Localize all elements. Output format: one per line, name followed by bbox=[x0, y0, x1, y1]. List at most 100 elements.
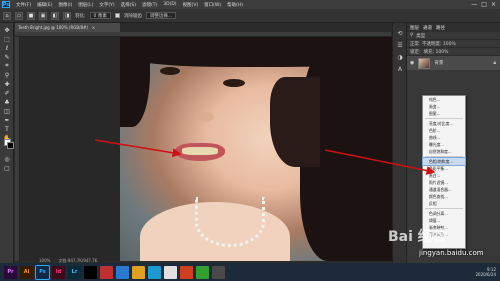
layer-filter-select[interactable]: 类型 bbox=[416, 33, 425, 39]
taskbar-app-icon[interactable]: Ps bbox=[35, 264, 50, 280]
new-selection-icon[interactable]: ■ bbox=[27, 11, 35, 20]
adjustment-menu-item[interactable]: 反相 bbox=[423, 200, 465, 207]
pearl-necklace bbox=[195, 197, 265, 247]
baidu-watermark-url: jingyan.baidu.com bbox=[419, 249, 484, 257]
subtract-selection-icon[interactable]: ◧ bbox=[51, 11, 59, 20]
adjustment-menu-item[interactable]: 黑白... bbox=[423, 172, 465, 179]
pen-tool-icon[interactable]: ✒ bbox=[2, 116, 12, 124]
minimize-button[interactable]: — bbox=[471, 1, 477, 8]
antialias-checkbox[interactable] bbox=[114, 13, 120, 18]
adjustment-menu-item[interactable]: 照片滤镜... bbox=[423, 179, 465, 186]
add-selection-icon[interactable]: ▣ bbox=[39, 11, 47, 20]
adjustment-menu-item[interactable]: 纯色... bbox=[423, 96, 465, 103]
taskbar-app-icon[interactable]: Id bbox=[52, 265, 65, 279]
refine-edge-button[interactable]: 调整边缘... bbox=[145, 12, 177, 19]
adjustment-menu-item[interactable]: 色阶... bbox=[423, 127, 465, 134]
taskbar-app-icon[interactable] bbox=[212, 265, 225, 279]
quick-select-tool-icon[interactable]: ✎ bbox=[2, 53, 12, 61]
menu-view[interactable]: 视图(V) bbox=[183, 2, 199, 8]
blend-mode-select[interactable]: 正常 bbox=[410, 41, 419, 47]
document-canvas[interactable] bbox=[20, 37, 392, 261]
portrait-photo bbox=[120, 37, 392, 261]
quick-mask-icon[interactable]: ◎ bbox=[2, 155, 12, 163]
lasso-tool-icon[interactable]: ℓ bbox=[2, 44, 12, 52]
menu-window[interactable]: 窗口(W) bbox=[204, 2, 221, 8]
menu-type[interactable]: 文字(Y) bbox=[99, 2, 114, 8]
close-tab-icon[interactable]: × bbox=[92, 25, 95, 30]
adjustment-menu-item[interactable]: 亮度/对比度... bbox=[423, 120, 465, 127]
taskbar-app-icon[interactable] bbox=[132, 265, 145, 279]
right-eye bbox=[223, 79, 245, 87]
adjustment-menu-item[interactable]: 自然饱和度... bbox=[423, 148, 465, 155]
menu-select[interactable]: 选择(S) bbox=[121, 2, 136, 8]
marquee-tool-preset-icon[interactable]: ▭ bbox=[15, 11, 23, 20]
nose bbox=[198, 112, 214, 122]
fill-field[interactable]: 填充: 100% bbox=[424, 49, 449, 55]
document-title: Teeth Bright.jpg @ 100% (RGB/8#) bbox=[18, 25, 88, 30]
intersect-selection-icon[interactable]: ◨ bbox=[63, 11, 71, 20]
history-icon[interactable]: ⟲ bbox=[396, 29, 404, 37]
taskbar-app-icon[interactable] bbox=[84, 265, 97, 279]
stamp-tool-icon[interactable]: ♣ bbox=[2, 98, 12, 106]
menu-3d[interactable]: 3D(D) bbox=[163, 2, 176, 7]
maximize-button[interactable]: □ bbox=[481, 1, 487, 8]
brush-tool-icon[interactable]: ✐ bbox=[2, 89, 12, 97]
character-icon[interactable]: A bbox=[396, 65, 404, 73]
home-icon[interactable]: ⌂ bbox=[3, 11, 11, 20]
menu-help[interactable]: 帮助(H) bbox=[227, 2, 243, 8]
menu-separator bbox=[425, 156, 463, 157]
taskbar-app-icon[interactable] bbox=[100, 265, 113, 279]
eyedropper-tool-icon[interactable]: ⚲ bbox=[2, 71, 12, 79]
tab-layers[interactable]: 图层 bbox=[410, 25, 419, 31]
opacity-field[interactable]: 不透明度: 100% bbox=[422, 41, 456, 47]
adjustment-menu-item[interactable]: 阈值... bbox=[423, 217, 465, 224]
options-bar: ⌂ ▭ ■ ▣ ◧ ◨ 羽化: 0 像素 消除锯齿 调整边缘... bbox=[0, 9, 500, 23]
windows-taskbar: Pr Ai Ps Id Lr 9:12 2020/6/24 bbox=[0, 263, 500, 281]
background-color-swatch[interactable] bbox=[7, 142, 14, 149]
properties-icon[interactable]: ☰ bbox=[396, 41, 404, 49]
adjustment-menu-item[interactable]: 图案... bbox=[423, 110, 465, 117]
adjustment-menu-item[interactable]: 色调分离... bbox=[423, 210, 465, 217]
lock-label: 锁定: bbox=[410, 49, 421, 55]
eraser-tool-icon[interactable]: ◫ bbox=[2, 107, 12, 115]
menu-filter[interactable]: 滤镜(T) bbox=[142, 2, 157, 8]
adjustment-menu-item[interactable]: 通道混合器... bbox=[423, 186, 465, 193]
screen-mode-icon[interactable]: ▢ bbox=[2, 164, 12, 172]
document-tab[interactable]: Teeth Bright.jpg @ 100% (RGB/8#) × bbox=[15, 23, 120, 32]
taskbar-app-icon[interactable] bbox=[116, 265, 129, 279]
menu-image[interactable]: 图像(I) bbox=[58, 2, 72, 8]
healing-brush-icon[interactable]: ✚ bbox=[2, 80, 12, 88]
adjustment-menu-item[interactable]: 色彩平衡... bbox=[423, 165, 465, 172]
menu-file[interactable]: 文件(F) bbox=[16, 2, 31, 8]
adjustments-icon[interactable]: ◑ bbox=[396, 53, 404, 61]
taskbar-app-icon[interactable]: Pr bbox=[4, 265, 17, 279]
adjustment-menu-item[interactable]: 曝光度... bbox=[423, 141, 465, 148]
close-button[interactable]: × bbox=[491, 1, 496, 8]
tab-paths[interactable]: 路径 bbox=[436, 25, 445, 31]
crop-tool-icon[interactable]: ⌗ bbox=[2, 62, 12, 70]
adjustment-menu-item[interactable]: 渐变... bbox=[423, 103, 465, 110]
baidu-watermark-logo: Bai 经验 bbox=[388, 229, 446, 245]
taskbar-app-icon[interactable] bbox=[196, 265, 209, 279]
feather-input[interactable]: 0 像素 bbox=[89, 12, 111, 19]
taskbar-app-icon[interactable]: Ai bbox=[20, 265, 33, 279]
taskbar-app-icon[interactable] bbox=[148, 265, 161, 279]
marquee-tool-icon[interactable]: ⬚ bbox=[2, 35, 12, 43]
adjustment-menu-item[interactable]: 色相/饱和度... bbox=[422, 157, 466, 166]
antialias-label: 消除锯齿 bbox=[123, 13, 142, 19]
eye-icon[interactable]: ◉ bbox=[410, 60, 414, 66]
blend-row: 正常 不透明度: 100% bbox=[407, 40, 500, 48]
menu-edit[interactable]: 编辑(E) bbox=[37, 2, 52, 8]
taskbar-app-icon[interactable] bbox=[164, 265, 177, 279]
clock-date: 2020/6/24 bbox=[475, 272, 496, 277]
adjustment-menu-item[interactable]: 颜色查找... bbox=[423, 193, 465, 200]
tab-channels[interactable]: 通道 bbox=[423, 25, 432, 31]
window-controls: — □ × bbox=[471, 1, 500, 8]
menu-layer[interactable]: 图层(L) bbox=[78, 2, 93, 8]
type-tool-icon[interactable]: T bbox=[2, 125, 12, 133]
taskbar-app-icon[interactable] bbox=[180, 265, 193, 279]
layer-row[interactable]: ◉ 背景 🔒︎ bbox=[407, 56, 500, 70]
taskbar-app-icon[interactable]: Lr bbox=[68, 265, 81, 279]
move-tool-icon[interactable]: ✥ bbox=[2, 26, 12, 34]
adjustment-menu-item[interactable]: 曲线... bbox=[423, 134, 465, 141]
